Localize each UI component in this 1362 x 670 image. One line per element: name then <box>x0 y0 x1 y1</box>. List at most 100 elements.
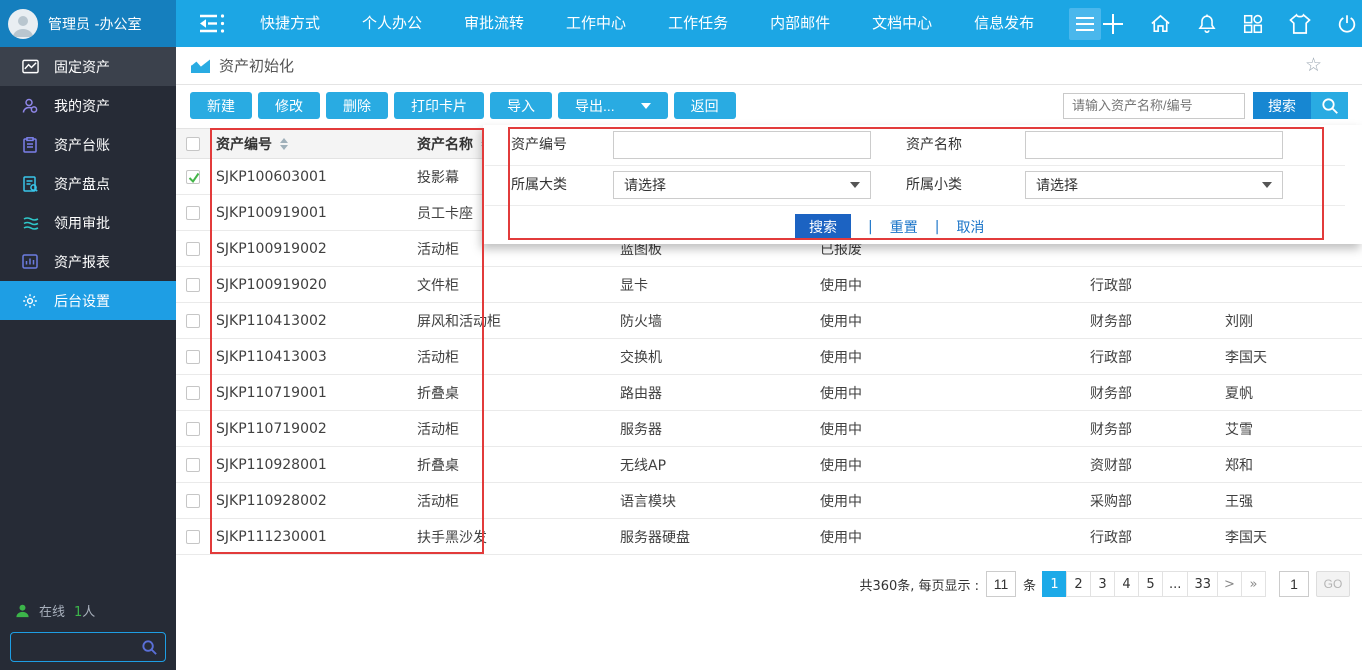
page-button-2[interactable]: 2 <box>1066 571 1091 597</box>
sidebar-item-label: 资产盘点 <box>54 174 110 194</box>
cell-user: 艾雪 <box>1225 419 1362 439</box>
sidebar-item-label: 领用审批 <box>54 213 110 233</box>
cell-name: 屏风和活动柜 <box>417 311 620 331</box>
edit-button[interactable]: 修改 <box>258 92 320 119</box>
row-checkbox[interactable] <box>186 206 200 220</box>
report-icon <box>21 254 39 269</box>
sidebar-item-1[interactable]: 固定资产 <box>0 47 176 86</box>
nav-item-1[interactable]: 快捷方式 <box>239 0 341 47</box>
page-button-33[interactable]: 33 <box>1187 571 1218 597</box>
export-dropdown-button[interactable]: 导出... <box>558 92 668 119</box>
filter-label-name: 资产名称 <box>906 131 962 159</box>
nav-item-3[interactable]: 审批流转 <box>443 0 545 47</box>
cell-user: 李国天 <box>1225 347 1362 367</box>
theme-icon[interactable] <box>1288 13 1312 35</box>
avatar[interactable] <box>8 9 38 39</box>
row-checkbox[interactable] <box>186 530 200 544</box>
import-button[interactable]: 导入 <box>490 92 552 119</box>
sidebar-item-6[interactable]: 资产报表 <box>0 242 176 281</box>
go-button[interactable]: GO <box>1316 571 1350 597</box>
plus-icon[interactable] <box>1101 12 1125 36</box>
cell-item: 路由器 <box>620 383 820 403</box>
cell-dept: 财务部 <box>1090 419 1225 439</box>
page-button-4[interactable]: 4 <box>1114 571 1139 597</box>
nav-item-2[interactable]: 个人办公 <box>341 0 443 47</box>
cell-dept: 财务部 <box>1090 383 1225 403</box>
table-row[interactable]: SJKP110413002屏风和活动柜防火墙使用中财务部刘刚 <box>176 303 1362 339</box>
filter-reset-link[interactable]: 重置 <box>890 217 918 237</box>
magnifier-button[interactable] <box>1311 92 1348 119</box>
table-row[interactable]: SJKP111230001扶手黑沙发服务器硬盘使用中行政部李国天 <box>176 519 1362 555</box>
ledger-icon <box>21 137 39 153</box>
back-button[interactable]: 返回 <box>674 92 736 119</box>
more-menu-button[interactable] <box>1069 8 1101 40</box>
filter-label-category: 所属大类 <box>511 171 567 199</box>
user-area[interactable]: 管理员 -办公室 <box>0 0 176 47</box>
table-row[interactable]: SJKP110719001折叠桌路由器使用中财务部夏帆 <box>176 375 1362 411</box>
nav-item-5[interactable]: 工作任务 <box>647 0 749 47</box>
last-page-button[interactable]: » <box>1241 571 1266 597</box>
page-size-input[interactable] <box>986 571 1016 597</box>
favorite-star-icon[interactable]: ☆ <box>1305 56 1322 75</box>
nav-item-6[interactable]: 内部邮件 <box>749 0 851 47</box>
new-button[interactable]: 新建 <box>190 92 252 119</box>
table-row[interactable]: SJKP110928001折叠桌无线AP使用中资财部郑和 <box>176 447 1362 483</box>
filter-input-name[interactable] <box>1025 131 1283 159</box>
col-header-name[interactable]: 资产名称 <box>417 134 473 154</box>
row-checkbox[interactable] <box>186 458 200 472</box>
sidebar-item-3[interactable]: 资产台账 <box>0 125 176 164</box>
cell-code: SJKP110719001 <box>210 385 417 401</box>
goto-page-input[interactable] <box>1279 571 1309 597</box>
sidebar-search-icon[interactable] <box>141 639 158 656</box>
topbar-actions <box>1101 12 1358 36</box>
sidebar-item-5[interactable]: 领用审批 <box>0 203 176 242</box>
page-button-3[interactable]: 3 <box>1090 571 1115 597</box>
table-row[interactable]: SJKP110928002活动柜语言模块使用中采购部王强 <box>176 483 1362 519</box>
nav-item-4[interactable]: 工作中心 <box>545 0 647 47</box>
filter-input-code[interactable] <box>613 131 871 159</box>
row-checkbox[interactable] <box>186 170 200 184</box>
print-card-button[interactable]: 打印卡片 <box>394 92 484 119</box>
quick-search-button[interactable]: 搜索 <box>1253 92 1311 119</box>
select-all-checkbox[interactable] <box>186 137 200 151</box>
chevron-down-icon <box>641 103 651 109</box>
filter-search-button[interactable]: 搜索 <box>795 214 851 239</box>
page-button-5[interactable]: 5 <box>1138 571 1163 597</box>
nav-item-7[interactable]: 文档中心 <box>851 0 953 47</box>
sort-icon[interactable] <box>280 138 288 150</box>
filter-cancel-link[interactable]: 取消 <box>956 217 984 237</box>
cell-name: 文件柜 <box>417 275 620 295</box>
row-checkbox[interactable] <box>186 422 200 436</box>
bell-icon[interactable] <box>1196 12 1218 35</box>
sidebar-item-7[interactable]: 后台设置 <box>0 281 176 320</box>
table-row[interactable]: SJKP110413003活动柜交换机使用中行政部李国天 <box>176 339 1362 375</box>
collapse-menu-icon[interactable] <box>198 13 225 34</box>
home-icon[interactable] <box>1149 12 1172 35</box>
sidebar-item-2[interactable]: 我的资产 <box>0 86 176 125</box>
pagination-total: 共360条, 每页显示 : <box>859 575 979 594</box>
row-checkbox[interactable] <box>186 386 200 400</box>
nav-item-8[interactable]: 信息发布 <box>953 0 1055 47</box>
row-checkbox[interactable] <box>186 242 200 256</box>
cell-dept: 财务部 <box>1090 311 1225 331</box>
page-button-1[interactable]: 1 <box>1042 571 1067 597</box>
row-checkbox[interactable] <box>186 278 200 292</box>
next-page-button[interactable]: > <box>1217 571 1242 597</box>
delete-button[interactable]: 删除 <box>326 92 388 119</box>
col-header-code[interactable]: 资产编号 <box>216 134 272 154</box>
row-checkbox[interactable] <box>186 350 200 364</box>
table-row[interactable]: SJKP100919020文件柜显卡使用中行政部 <box>176 267 1362 303</box>
gear-icon <box>21 293 39 309</box>
row-checkbox[interactable] <box>186 494 200 508</box>
apps-icon[interactable] <box>1242 13 1264 35</box>
cell-code: SJKP100603001 <box>210 169 417 185</box>
sidebar-item-4[interactable]: 资产盘点 <box>0 164 176 203</box>
filter-select-category[interactable]: 请选择 <box>613 171 871 199</box>
power-icon[interactable] <box>1336 13 1358 35</box>
row-checkbox[interactable] <box>186 314 200 328</box>
cell-code: SJKP110928002 <box>210 493 417 509</box>
pagination: 共360条, 每页显示 : 条 12345...33>» GO <box>859 571 1350 597</box>
quick-search-input[interactable] <box>1063 93 1245 119</box>
filter-select-subcategory[interactable]: 请选择 <box>1025 171 1283 199</box>
table-row[interactable]: SJKP110719002活动柜服务器使用中财务部艾雪 <box>176 411 1362 447</box>
